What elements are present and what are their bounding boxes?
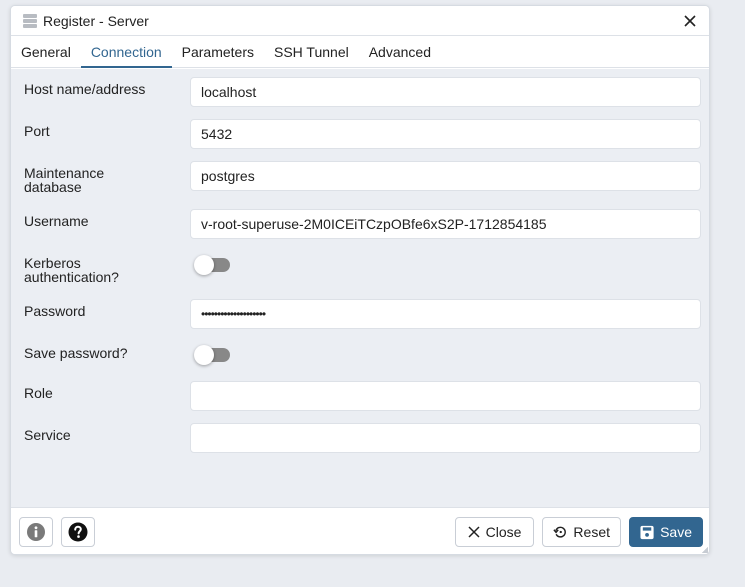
port-input[interactable]: 5432 <box>190 119 701 149</box>
save-password-label: Save password? <box>24 345 128 361</box>
host-input[interactable]: localhost <box>190 77 701 107</box>
maintenance-db-label-line1: Maintenance <box>24 165 105 181</box>
tab-advanced[interactable]: Advanced <box>359 36 441 67</box>
role-input[interactable] <box>190 381 701 411</box>
username-label: Username <box>24 213 89 229</box>
kerberos-toggle[interactable] <box>194 255 232 275</box>
server-icon <box>23 13 37 28</box>
port-label: Port <box>24 123 50 139</box>
close-icon <box>468 526 480 538</box>
service-label: Service <box>24 427 71 443</box>
service-input[interactable] <box>190 423 701 453</box>
save-icon <box>640 525 654 539</box>
close-button[interactable]: Close <box>455 517 534 547</box>
info-button[interactable] <box>19 517 53 547</box>
dialog-footer: Close Reset Save <box>11 507 709 554</box>
tab-general[interactable]: General <box>11 36 81 67</box>
dialog-titlebar[interactable]: Register - Server <box>11 6 709 36</box>
username-input[interactable]: v-root-superuse-2M0ICEiTCzpOBfe6xS2P-171… <box>190 209 701 239</box>
reset-icon <box>553 526 566 538</box>
password-label: Password <box>24 303 86 319</box>
reset-button[interactable]: Reset <box>542 517 621 547</box>
info-icon <box>27 523 45 541</box>
tab-ssh-tunnel[interactable]: SSH Tunnel <box>264 36 359 67</box>
tab-connection[interactable]: Connection <box>80 36 172 68</box>
save-password-toggle[interactable] <box>194 345 232 365</box>
connection-form: Host name/address localhost Port 5432 Ma… <box>11 69 709 507</box>
tab-parameters[interactable]: Parameters <box>172 36 264 67</box>
help-icon <box>68 522 88 542</box>
host-label: Host name/address <box>24 81 146 97</box>
save-password-toggle-knob <box>194 345 214 365</box>
reset-button-label: Reset <box>573 524 610 540</box>
maintenance-db-input[interactable]: postgres <box>190 161 701 191</box>
save-button[interactable]: Save <box>629 517 703 547</box>
tab-bar: General Connection Parameters SSH Tunnel… <box>11 36 709 68</box>
close-button-label: Close <box>485 524 522 540</box>
resize-grip[interactable] <box>702 547 708 553</box>
kerberos-label: Kerberos authentication? <box>24 256 184 284</box>
save-button-label: Save <box>660 524 692 540</box>
maintenance-db-label: Maintenance database <box>24 166 184 194</box>
role-label: Role <box>24 385 53 401</box>
close-icon[interactable] <box>681 12 699 30</box>
dialog-title: Register - Server <box>43 12 149 29</box>
maintenance-db-label-line2: database <box>24 179 82 195</box>
register-server-dialog: Register - Server General Connection Par… <box>10 5 710 555</box>
kerberos-label-line1: Kerberos <box>24 255 81 271</box>
password-input[interactable]: •••••••••••••••••••• <box>190 299 701 329</box>
kerberos-toggle-knob <box>194 255 214 275</box>
help-button[interactable] <box>61 517 95 547</box>
kerberos-label-line2: authentication? <box>24 269 119 285</box>
